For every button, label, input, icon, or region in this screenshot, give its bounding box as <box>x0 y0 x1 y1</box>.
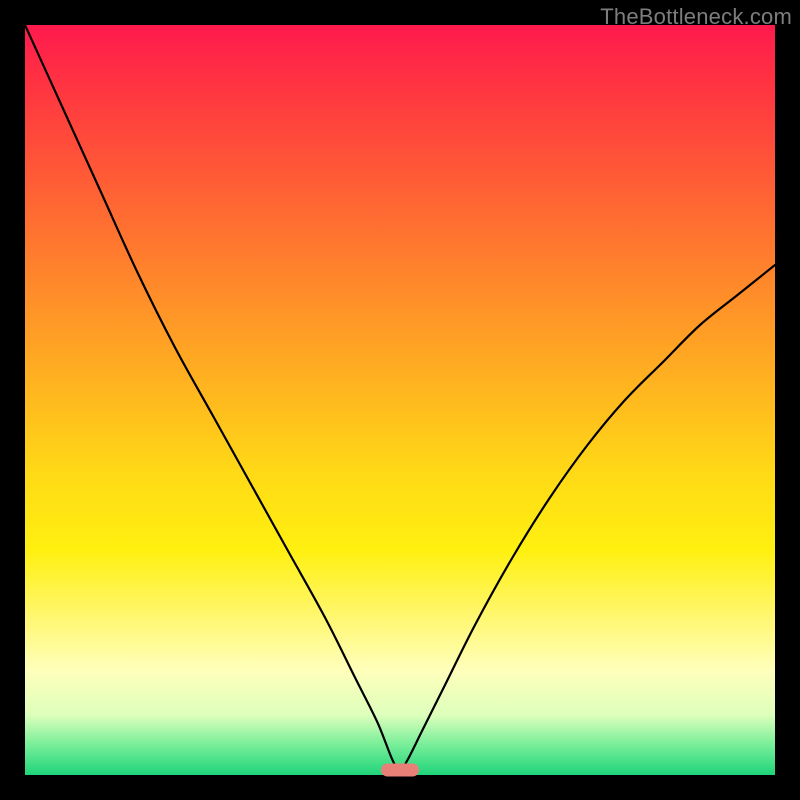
watermark-text: TheBottleneck.com <box>600 4 792 30</box>
bottleneck-curve <box>25 25 775 775</box>
plot-area <box>25 25 775 775</box>
optimum-marker <box>381 763 419 776</box>
chart-frame: TheBottleneck.com <box>0 0 800 800</box>
